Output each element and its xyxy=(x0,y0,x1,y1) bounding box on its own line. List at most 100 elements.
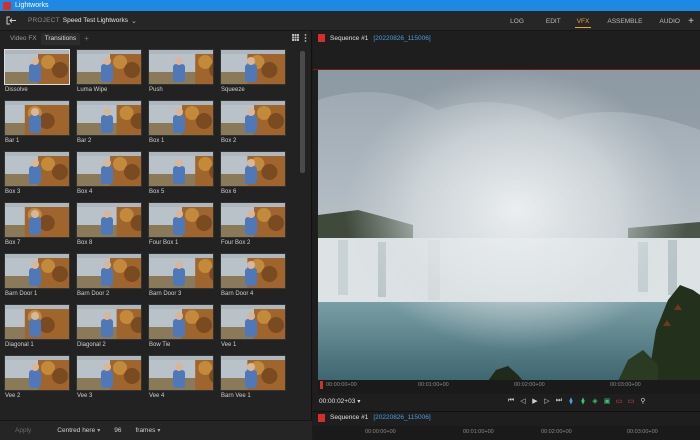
transition-item[interactable]: Barn Door 3 xyxy=(148,253,214,297)
thumbnail-preview xyxy=(5,254,69,288)
timeline-sequence-stamp: [20220826_115006] xyxy=(373,414,431,421)
transition-item[interactable]: Vee 4 xyxy=(148,355,214,399)
transition-label: Barn Door 1 xyxy=(5,291,38,297)
duration-input[interactable]: 96 xyxy=(114,427,121,434)
transition-item[interactable]: Box 4 xyxy=(76,151,142,195)
tab-transitions[interactable]: Transitions xyxy=(40,33,81,45)
project-label: PROJECT xyxy=(28,17,60,24)
tab-assemble[interactable]: ASSEMBLE xyxy=(607,11,642,31)
transition-item[interactable]: Bar 1 xyxy=(4,100,70,144)
transition-label: Bar 1 xyxy=(5,138,20,144)
position-dropdown[interactable]: Centred here ▾ xyxy=(57,427,100,434)
transition-item[interactable]: Vee 1 xyxy=(220,304,286,348)
mark-out-icon[interactable]: ⧫ xyxy=(577,397,589,405)
playhead-marker[interactable] xyxy=(320,381,323,389)
chevron-down-icon: ▾ xyxy=(157,428,161,434)
exit-icon xyxy=(6,16,16,25)
transition-item[interactable]: Box 5 xyxy=(148,151,214,195)
units-value: frames xyxy=(135,427,156,434)
transition-thumbnail xyxy=(220,253,286,289)
transition-label: Box 3 xyxy=(5,189,21,195)
go-to-end-icon[interactable]: ⏭ xyxy=(553,397,565,405)
tab-audio[interactable]: AUDIO xyxy=(659,11,680,31)
transition-item[interactable]: Bar 2 xyxy=(76,100,142,144)
transition-thumbnail xyxy=(4,355,70,391)
transition-item[interactable]: Box 7 xyxy=(4,202,70,246)
ruler-mark: 00:02:00+00 xyxy=(514,382,545,388)
more-options-icon[interactable] xyxy=(304,34,307,42)
viewer-sequence-stamp: [20220826_115006] xyxy=(373,34,431,42)
thumbnail-preview xyxy=(149,254,213,288)
transition-item[interactable]: Push xyxy=(148,49,214,93)
transition-label: Vee 2 xyxy=(5,393,21,399)
grid-view-icon[interactable] xyxy=(292,34,299,41)
thumbnail-preview xyxy=(77,152,141,186)
transport-bar: 00:00:02+03 ▾ ⏮ ◁ ▶ ▷ ⏭ ⧫ ⧫ ◈ ▣ ▭ ▭ ⚲ xyxy=(313,394,700,408)
transition-thumbnail xyxy=(4,253,70,289)
sequence-flag-icon xyxy=(318,34,325,42)
transition-item[interactable]: Barn Door 1 xyxy=(4,253,70,297)
window-title: Lightworks xyxy=(15,2,49,9)
video-frame[interactable] xyxy=(318,70,700,381)
record-box-icon[interactable]: ▭ xyxy=(613,397,625,405)
transition-item[interactable]: Vee 2 xyxy=(4,355,70,399)
step-back-icon[interactable]: ◁ xyxy=(517,397,529,405)
transition-item[interactable]: Box 3 xyxy=(4,151,70,195)
step-forward-icon[interactable]: ▷ xyxy=(541,397,553,405)
delete-section-icon[interactable]: ▭ xyxy=(625,397,637,405)
tab-edit[interactable]: EDIT xyxy=(546,11,561,31)
timecode-display[interactable]: 00:00:02+03 ▾ xyxy=(319,398,360,405)
mark-in-icon[interactable]: ⧫ xyxy=(565,397,577,405)
thumbnail-preview xyxy=(221,203,285,237)
tab-vfx[interactable]: VFX xyxy=(574,11,591,31)
transition-item[interactable]: Barn Door 4 xyxy=(220,253,286,297)
transition-label: Vee 4 xyxy=(149,393,165,399)
chevron-down-icon[interactable]: ⌄ xyxy=(131,17,137,25)
transition-label: Box 6 xyxy=(221,189,237,195)
transition-item[interactable]: Diagonal 1 xyxy=(4,304,70,348)
transition-item[interactable]: Box 2 xyxy=(220,100,286,144)
add-tab-plus-icon[interactable]: + xyxy=(688,11,694,31)
microphone-icon[interactable]: ⚲ xyxy=(637,397,649,405)
window-titlebar: Lightworks xyxy=(0,0,700,11)
transition-item[interactable]: Dissolve xyxy=(4,49,70,93)
units-dropdown[interactable]: frames ▾ xyxy=(135,427,160,434)
transition-item[interactable]: Box 1 xyxy=(148,100,214,144)
viewer-timeline-ruler[interactable]: 00:00:00+00 00:01:00+00 00:02:00+00 00:0… xyxy=(318,380,700,394)
effects-scrollbar[interactable] xyxy=(300,51,305,173)
cue-icon[interactable]: ◈ xyxy=(589,397,601,405)
apply-button[interactable]: Apply xyxy=(15,427,31,434)
mark-clip-icon[interactable]: ▣ xyxy=(601,397,613,405)
transition-item[interactable]: Bow Tie xyxy=(148,304,214,348)
transition-item[interactable]: Box 6 xyxy=(220,151,286,195)
timeline-ruler[interactable]: 00:00:00+00 00:01:00+00 00:02:00+00 00:0… xyxy=(313,426,700,440)
transition-label: Bow Tie xyxy=(149,342,171,348)
thumbnail-preview xyxy=(221,356,285,390)
transition-item[interactable]: Squeeze xyxy=(220,49,286,93)
tab-log[interactable]: LOG xyxy=(510,11,524,31)
transition-item[interactable]: Luma Wipe xyxy=(76,49,142,93)
transition-item[interactable]: Four Box 2 xyxy=(220,202,286,246)
transition-item[interactable]: Four Box 1 xyxy=(148,202,214,246)
add-tab-icon[interactable]: + xyxy=(80,34,93,45)
apply-bar: Apply Centred here ▾ 96 frames ▾ xyxy=(0,420,312,440)
transition-item[interactable]: Barn Door 2 xyxy=(76,253,142,297)
play-icon[interactable]: ▶ xyxy=(529,397,541,405)
go-to-start-icon[interactable]: ⏮ xyxy=(505,397,517,405)
project-name[interactable]: Speed Test Lightworks xyxy=(63,17,128,24)
transition-item[interactable]: Barn Vee 1 xyxy=(220,355,286,399)
thumbnail-preview xyxy=(221,50,285,84)
transition-thumbnail xyxy=(76,151,142,187)
transition-label: Box 8 xyxy=(77,240,93,246)
sequence-flag-icon xyxy=(318,413,325,422)
transition-item[interactable]: Vee 3 xyxy=(76,355,142,399)
transition-item[interactable]: Box 8 xyxy=(76,202,142,246)
exit-project-button[interactable] xyxy=(0,11,22,31)
thumbnail-preview xyxy=(149,50,213,84)
transition-label: Push xyxy=(149,87,163,93)
ruler-mark: 00:02:00+00 xyxy=(541,429,572,435)
transition-thumbnail xyxy=(220,355,286,391)
transition-label: Diagonal 1 xyxy=(5,342,34,348)
tab-video-fx[interactable]: Video FX xyxy=(6,35,41,45)
transition-item[interactable]: Diagonal 2 xyxy=(76,304,142,348)
